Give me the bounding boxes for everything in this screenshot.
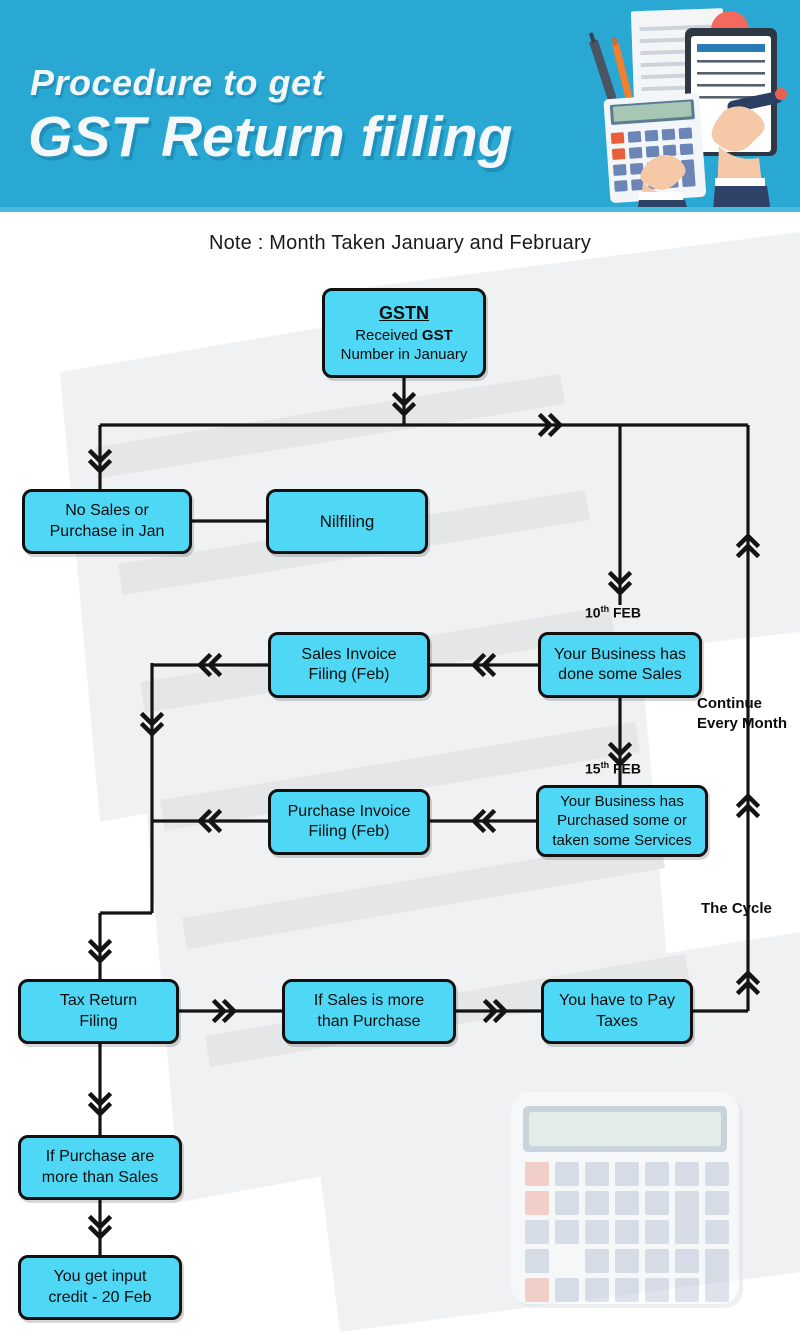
- node-if-purchase-are-more-than-sales[interactable]: If Purchase are more than Sales: [18, 1135, 182, 1200]
- side-label-the-cycle-line1: The Cycle: [701, 900, 772, 917]
- node-gstn-line2: Received GST: [355, 326, 453, 344]
- node-no-sales-or-purchase-in-jan[interactable]: No Sales or Purchase in Jan: [22, 489, 192, 554]
- node-tax-return-filing[interactable]: Tax Return Filing: [18, 979, 179, 1044]
- node-your-business-has-done-some-sales[interactable]: Your Business has done some Sales: [538, 632, 702, 698]
- node-sales-invoice-filing-feb[interactable]: Sales Invoice Filing (Feb): [268, 632, 430, 698]
- side-label-continue-line1: Continue: [697, 695, 762, 712]
- node-gstn-line3: Number in January: [340, 346, 468, 364]
- side-label-continue-line2: Every Month: [697, 714, 788, 732]
- side-label-the-cycle: The Cycle: [701, 899, 772, 919]
- node-gstn-title: GSTN: [378, 302, 429, 323]
- date-label-feb-15: 15th FEB: [585, 760, 641, 777]
- node-your-business-has-purchased[interactable]: Your Business has Purchased some or take…: [536, 785, 708, 857]
- node-if-sales-is-more-than-purchase[interactable]: If Sales is more than Purchase: [282, 979, 456, 1044]
- note-text: Note : Month Taken January and February: [208, 232, 592, 254]
- node-nilfiling[interactable]: Nilfiling: [266, 489, 428, 554]
- side-label-continue-every-month: Continue Every Month: [697, 694, 787, 733]
- date-label-feb-10: 10th FEB: [585, 604, 641, 621]
- node-you-get-input-credit[interactable]: You get input credit - 20 Feb: [18, 1255, 182, 1320]
- node-you-have-to-pay-taxes[interactable]: You have to Pay Taxes: [541, 979, 693, 1044]
- node-purchase-invoice-filing-feb[interactable]: Purchase Invoice Filing (Feb): [268, 789, 430, 855]
- node-gstn[interactable]: GSTN Received GST Number in January: [322, 288, 486, 378]
